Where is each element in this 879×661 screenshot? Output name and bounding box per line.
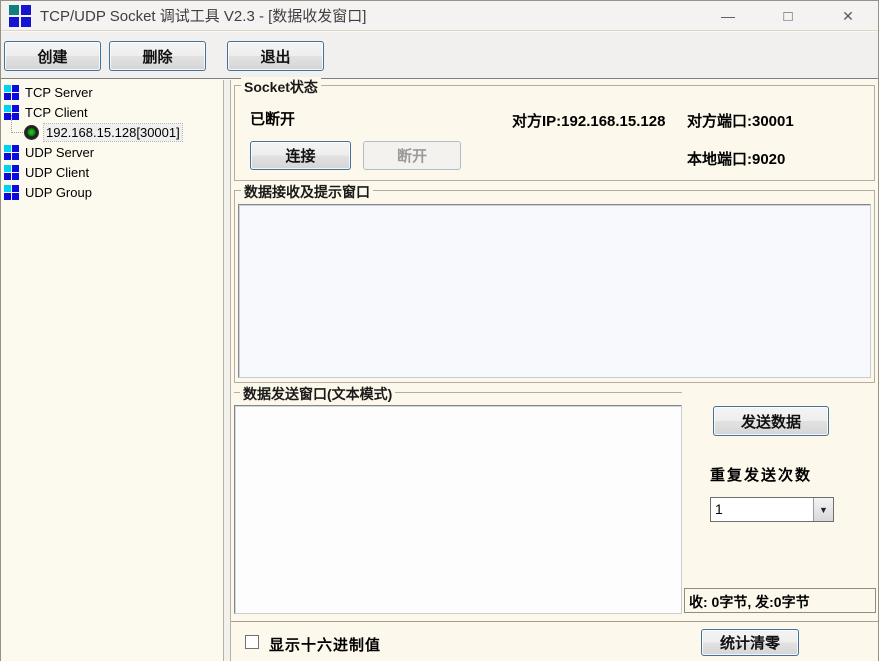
peer-port-text: 对方端口:30001 [687,110,794,131]
main-area: TCP Server TCP Client 192.168.15.128[300… [1,80,878,661]
chevron-down-icon[interactable]: ▼ [813,498,833,521]
tree-branch-line [11,115,23,133]
connection-state-text: 已断开 [250,108,295,129]
data-exchange-panel: Socket状态 已断开 对方IP:192.168.15.128 对方端口:30… [231,80,878,661]
send-window-group: 数据发送窗口(文本模式) [234,392,682,615]
tree-item-label: 192.168.15.128[30001] [44,124,182,141]
tree-item-udp-group[interactable]: UDP Group [1,182,92,202]
send-data-button[interactable]: 发送数据 [713,406,829,436]
close-icon[interactable]: ✕ [818,1,878,31]
tree-item-label: UDP Group [25,185,92,200]
socket-type-icon [4,145,19,160]
receive-window-group: 数据接收及提示窗口 [234,190,875,383]
app-icon [9,5,31,27]
socket-status-group: Socket状态 已断开 对方IP:192.168.15.128 对方端口:30… [234,85,875,181]
app-window: TCP/UDP Socket 调试工具 V2.3 - [数据收发窗口] — □ … [0,0,879,661]
connection-tree: TCP Server TCP Client 192.168.15.128[300… [1,80,223,661]
byte-counter-status: 收: 0字节, 发:0字节 [684,588,876,613]
toolbar: 创建 删除 退出 [1,32,878,79]
create-button[interactable]: 创建 [4,41,101,71]
socket-type-icon [4,185,19,200]
connection-led-icon [24,125,39,140]
repeat-count-label: 重复发送次数 [710,464,812,485]
disconnect-button[interactable]: 断开 [363,141,461,170]
tree-item-label: UDP Server [25,145,94,160]
send-controls: 发送数据 重复发送次数 1 ▼ 收: 0字节, 发:0字节 [684,392,876,615]
exit-button[interactable]: 退出 [227,41,324,71]
tree-item-label: TCP Server [25,85,93,100]
panel-splitter[interactable] [223,80,231,661]
receive-window-legend: 数据接收及提示窗口 [241,182,373,202]
title-bar: TCP/UDP Socket 调试工具 V2.3 - [数据收发窗口] — □ … [1,1,878,31]
delete-button[interactable]: 删除 [109,41,206,71]
hex-display-label: 显示十六进制值 [269,634,381,655]
socket-status-legend: Socket状态 [241,77,321,97]
window-title: TCP/UDP Socket 调试工具 V2.3 - [数据收发窗口] [40,5,366,26]
tree-item-label: UDP Client [25,165,89,180]
clear-stats-button[interactable]: 统计清零 [701,629,799,656]
tree-item-udp-client[interactable]: UDP Client [1,162,89,182]
send-window-legend: 数据发送窗口(文本模式) [240,384,395,404]
tree-item-label: TCP Client [25,105,88,120]
send-data-input[interactable] [234,405,682,614]
receive-data-area[interactable] [238,204,871,378]
minimize-icon[interactable]: — [698,1,758,31]
tree-item-tcp-client-connection[interactable]: 192.168.15.128[30001] [1,122,182,142]
bottom-bar: 显示十六进制值 统计清零 [231,621,878,661]
socket-type-icon [4,85,19,100]
socket-type-icon [4,165,19,180]
maximize-icon[interactable]: □ [758,1,818,31]
window-controls: — □ ✕ [698,1,878,31]
tree-item-udp-server[interactable]: UDP Server [1,142,94,162]
hex-display-checkbox[interactable] [245,635,259,649]
tree-item-tcp-server[interactable]: TCP Server [1,82,93,102]
local-port-text: 本地端口:9020 [687,148,785,169]
connect-button[interactable]: 连接 [250,141,351,170]
peer-ip-text: 对方IP:192.168.15.128 [512,110,665,131]
repeat-count-value: 1 [711,498,813,521]
repeat-count-select[interactable]: 1 ▼ [710,497,834,522]
